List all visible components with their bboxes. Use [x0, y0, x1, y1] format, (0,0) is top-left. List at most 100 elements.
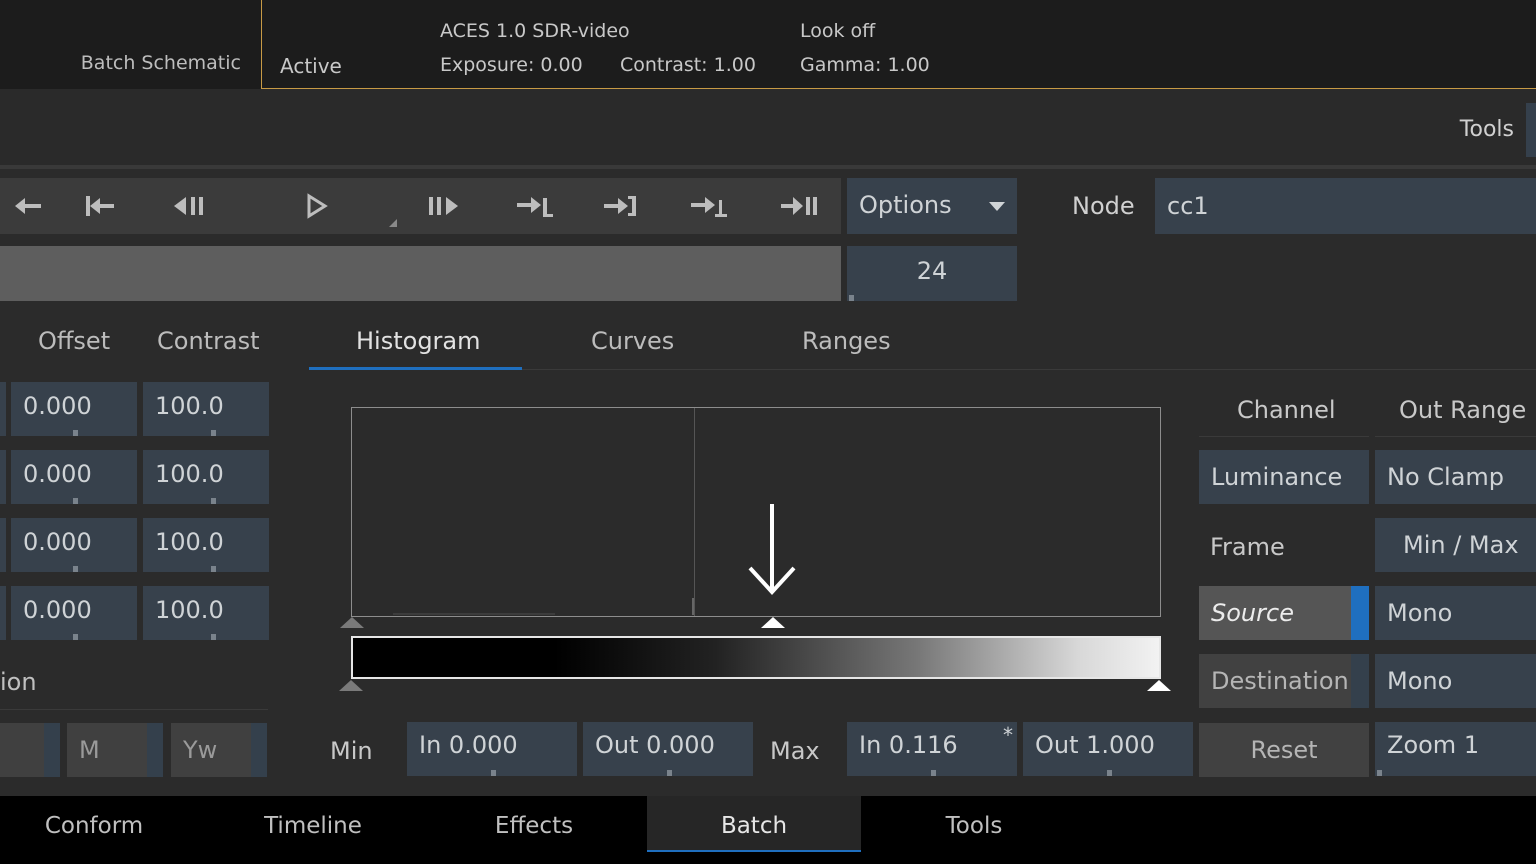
max-out-tick: [1107, 770, 1112, 776]
modified-marker: *: [1003, 723, 1013, 747]
contrast-tick: [211, 430, 216, 436]
node-name-value: cc1: [1167, 192, 1209, 220]
source-mono-dropdown[interactable]: Mono: [1375, 586, 1536, 640]
offset-tick: [73, 634, 78, 640]
source-toggle-indicator: [1351, 586, 1369, 640]
reset-button[interactable]: Reset: [1199, 723, 1369, 777]
input-min-handle[interactable]: [340, 617, 364, 628]
timeline-scrubber[interactable]: [0, 246, 841, 301]
contrast-value: 100.0: [155, 596, 224, 624]
zoom-field[interactable]: Zoom 1: [1375, 722, 1536, 776]
max-in-tick: [931, 770, 936, 776]
value-field-edge[interactable]: [0, 518, 6, 572]
output-min-handle[interactable]: [339, 680, 363, 691]
output-gradient-ramp[interactable]: [351, 636, 1161, 679]
contrast-field[interactable]: 100.0: [143, 450, 269, 504]
offset-field[interactable]: 0.000: [11, 450, 137, 504]
offset-field[interactable]: 0.000: [11, 586, 137, 640]
next-keyframe-icon[interactable]: [680, 178, 736, 234]
out-range-divider: [1375, 436, 1536, 437]
out-range-label: Out Range: [1399, 396, 1527, 424]
min-in-field[interactable]: In 0.000: [407, 722, 577, 776]
source-label: Source: [1211, 599, 1294, 627]
min-out-field[interactable]: Out 0.000: [583, 722, 753, 776]
offset-header: Offset: [38, 327, 111, 355]
luminance-dropdown[interactable]: Luminance: [1199, 450, 1369, 504]
nav-batch[interactable]: Batch: [647, 796, 861, 852]
luminance-value: Luminance: [1211, 463, 1343, 491]
channel-button[interactable]: [0, 723, 60, 777]
goto-end-icon[interactable]: [770, 178, 826, 234]
output-max-handle[interactable]: [1147, 680, 1171, 691]
contrast-label: Contrast: 1.00: [620, 54, 756, 76]
min-max-button[interactable]: Min / Max: [1375, 518, 1536, 572]
contrast-field[interactable]: 100.0: [143, 518, 269, 572]
no-clamp-value: No Clamp: [1387, 463, 1505, 491]
section-divider: [0, 709, 268, 710]
tools-header: [0, 89, 1536, 169]
channel-divider: [1199, 436, 1369, 437]
max-in-field[interactable]: In 0.116 *: [847, 722, 1017, 776]
nav-timeline[interactable]: Timeline: [206, 796, 420, 852]
contrast-field[interactable]: 100.0: [143, 382, 269, 436]
play-icon[interactable]: [288, 178, 344, 234]
goto-out-icon[interactable]: [593, 178, 649, 234]
chevron-down-icon: [989, 202, 1005, 211]
destination-mono-dropdown[interactable]: Mono: [1375, 654, 1536, 708]
value-field-edge[interactable]: [0, 586, 6, 640]
max-out-field[interactable]: Out 1.000: [1023, 722, 1193, 776]
fps-field[interactable]: 24: [847, 246, 1017, 301]
reset-label: Reset: [1250, 736, 1318, 764]
nav-conform[interactable]: Conform: [0, 796, 188, 852]
step-back-icon[interactable]: [70, 178, 126, 234]
exposure-label: Exposure: 0.00: [440, 54, 583, 76]
tab-histogram[interactable]: Histogram: [356, 327, 481, 355]
contrast-tick: [211, 634, 216, 640]
frame-label: Frame: [1210, 533, 1285, 561]
tab-curves[interactable]: Curves: [591, 327, 674, 355]
node-label: Node: [1072, 192, 1135, 220]
contrast-tick: [211, 498, 216, 504]
batch-schematic-label: Batch Schematic: [80, 52, 241, 74]
goto-start-icon[interactable]: [0, 178, 56, 234]
yw-button[interactable]: Yw: [171, 723, 267, 777]
offset-tick: [73, 430, 78, 436]
step-forward-icon[interactable]: [506, 178, 562, 234]
offset-value: 0.000: [23, 528, 92, 556]
node-name-field[interactable]: cc1: [1155, 178, 1536, 234]
options-dropdown[interactable]: Options: [847, 178, 1017, 234]
destination-label: Destination: [1211, 667, 1349, 695]
m-button[interactable]: M: [67, 723, 163, 777]
source-toggle[interactable]: Source: [1199, 586, 1369, 640]
fps-tick: [849, 295, 854, 301]
contrast-header: Contrast: [157, 327, 260, 355]
tools-button-edge[interactable]: [1526, 103, 1536, 157]
zoom-value: Zoom 1: [1387, 731, 1480, 759]
contrast-tick: [211, 566, 216, 572]
play-back-icon[interactable]: [160, 178, 216, 234]
min-in-value: In 0.000: [419, 731, 518, 759]
histogram-spike: [692, 598, 694, 615]
nav-effects[interactable]: Effects: [427, 796, 641, 852]
offset-field[interactable]: 0.000: [11, 382, 137, 436]
batch-schematic-button[interactable]: Batch Schematic: [0, 0, 262, 89]
contrast-field[interactable]: 100.0: [143, 586, 269, 640]
offset-value: 0.000: [23, 392, 92, 420]
zoom-tick: [1377, 770, 1382, 776]
arrow-down-icon: [744, 500, 800, 602]
no-clamp-dropdown[interactable]: No Clamp: [1375, 450, 1536, 504]
tab-ranges[interactable]: Ranges: [802, 327, 891, 355]
nav-tools[interactable]: Tools: [867, 796, 1081, 852]
value-field-edge[interactable]: [0, 382, 6, 436]
destination-toggle[interactable]: Destination: [1199, 654, 1369, 708]
button-strip: [251, 723, 267, 777]
options-label: Options: [859, 191, 952, 219]
value-field-edge[interactable]: [0, 450, 6, 504]
offset-field[interactable]: 0.000: [11, 518, 137, 572]
channel-label: Channel: [1237, 396, 1336, 424]
max-in-value: In 0.116: [859, 731, 958, 759]
play-forward-icon[interactable]: [416, 178, 472, 234]
input-max-handle[interactable]: [761, 617, 785, 628]
offset-value: 0.000: [23, 460, 92, 488]
max-out-value: Out 1.000: [1035, 731, 1155, 759]
